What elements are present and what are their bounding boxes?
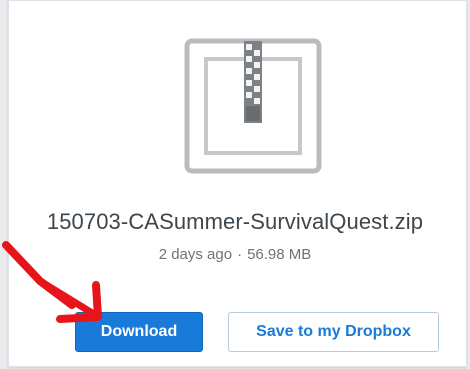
file-name: 150703-CASummer-SurvivalQuest.zip	[46, 209, 424, 234]
file-size: 56.98 MB	[247, 246, 312, 263]
save-to-dropbox-button[interactable]: Save to my Dropbox	[228, 312, 439, 352]
download-button[interactable]: Download	[75, 312, 203, 352]
modified-time: 2 days ago	[158, 246, 233, 263]
zip-file-icon	[184, 38, 322, 174]
file-meta: 2 days ago · 56.98 MB	[0, 246, 470, 263]
meta-separator: ·	[237, 246, 243, 263]
